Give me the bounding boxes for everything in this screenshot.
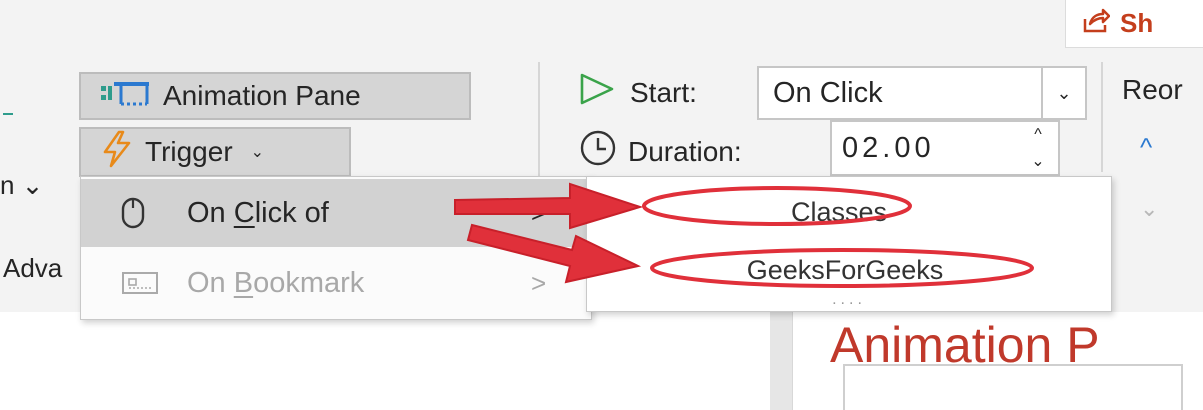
chevron-down-icon: ⌄ [250, 144, 265, 161]
trigger-label: Trigger [145, 136, 233, 167]
mouse-icon [121, 197, 187, 229]
reorder-animation-label: Reor [1122, 74, 1183, 105]
duration-stepper[interactable]: ^ ⌄ [1018, 122, 1058, 174]
menu-item-on-click-of[interactable]: On Click of > [81, 179, 591, 247]
chevron-down-icon[interactable]: ⌄ [1031, 151, 1044, 171]
preview-accent [3, 113, 13, 115]
submenu-arrow-icon: > [531, 267, 547, 298]
play-icon [578, 72, 616, 113]
animation-pane-icon [99, 78, 151, 115]
chevron-up-icon[interactable]: ^ [1034, 126, 1042, 144]
start-select-value: On Click [773, 76, 883, 109]
move-later-icon[interactable]: ⌄ [1140, 196, 1158, 222]
bookmark-icon [121, 269, 187, 297]
start-select[interactable]: On Click ⌄ [757, 66, 1087, 120]
share-label: Sh [1120, 8, 1154, 38]
animation-pane-button[interactable]: Animation Pane [79, 72, 471, 120]
duration-input[interactable]: 02.00 ^ ⌄ [830, 120, 1060, 176]
duration-label-text: Duration: [628, 135, 742, 167]
menu-item-on-bookmark: On Bookmark > [81, 249, 591, 317]
clock-icon [578, 128, 618, 175]
duration-label: Duration: [578, 128, 742, 175]
trigger-menu: On Click of > On Bookmark > [80, 176, 592, 320]
submenu-arrow-icon: > [531, 197, 547, 228]
trigger-button[interactable]: Trigger ⌄ [79, 127, 351, 177]
submenu-more-indicator: .... [832, 291, 866, 308]
start-label: Start: [578, 72, 697, 113]
move-earlier-icon[interactable]: ^ [1140, 132, 1152, 163]
partial-ribbon-label[interactable]: n ⌄ [0, 170, 43, 201]
on-click-of-submenu: Classes GeeksForGeeks .... [586, 176, 1112, 312]
chevron-down-icon[interactable]: ⌄ [1041, 68, 1085, 118]
menu-item-label: On Click of [187, 196, 329, 229]
lightning-icon [99, 130, 133, 175]
pane-divider[interactable] [770, 312, 792, 410]
submenu-item-classes[interactable]: Classes [577, 197, 1101, 228]
share-icon [1082, 7, 1111, 40]
share-button[interactable]: Sh [1065, 0, 1203, 48]
menu-item-label: On Bookmark [187, 266, 365, 299]
duration-value: 02.00 [842, 131, 935, 164]
group-separator [1101, 62, 1103, 172]
advanced-animation-group-label: Adva [3, 253, 63, 283]
animation-pane-label: Animation Pane [163, 80, 361, 111]
submenu-item-geeksforgeeks[interactable]: GeeksForGeeks [583, 255, 1107, 286]
start-label-text: Start: [630, 76, 697, 108]
animation-pane-list[interactable] [843, 364, 1183, 410]
slide-canvas [0, 312, 770, 410]
